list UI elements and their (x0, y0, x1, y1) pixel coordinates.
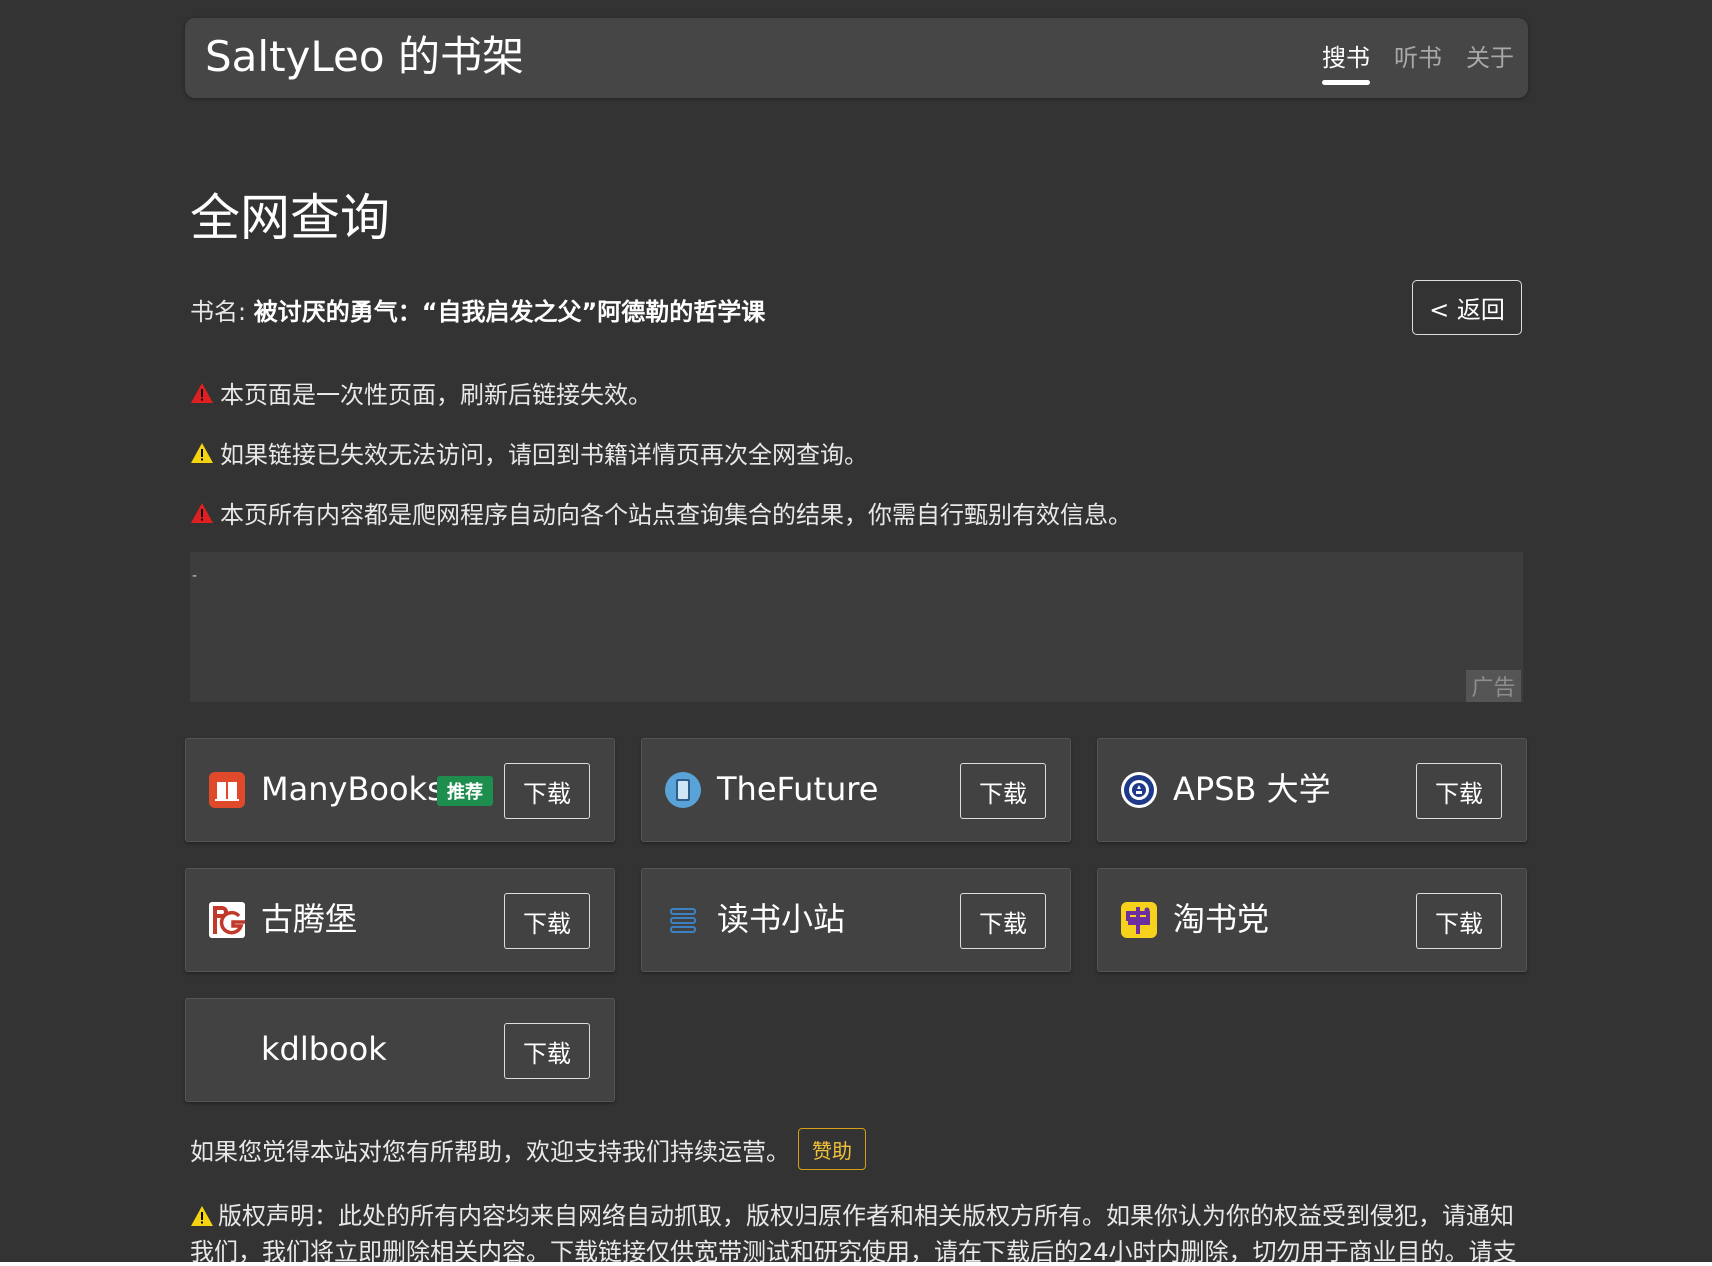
download-button[interactable]: 下载 (504, 1023, 590, 1079)
viewport-bottom-edge (0, 1262, 1712, 1266)
download-button[interactable]: 下载 (504, 893, 590, 949)
warning-red-icon (191, 382, 213, 403)
source-card-thefuture: TheFuture 下载 (641, 738, 1071, 842)
book-title-prefix: 书名: (190, 298, 254, 326)
download-button[interactable]: 下载 (1416, 763, 1502, 819)
nav-tab-search-books[interactable]: 搜书 (1322, 38, 1370, 85)
warning-yellow-icon (191, 442, 213, 463)
copyright-text: 版权声明：此处的所有内容均来自网络自动抓取，版权归原作者和相关版权方所有。如果你… (190, 1202, 1517, 1266)
page: SaltyLeo 的书架 搜书 听书 关于 全网查询 书名: 被讨厌的勇气：“自… (0, 0, 1712, 1266)
book-title-line: 书名: 被讨厌的勇气：“自我启发之父”阿德勒的哲学课 (190, 292, 765, 327)
back-button[interactable]: < 返回 (1412, 280, 1522, 335)
support-line: 如果您觉得本站对您有所帮助，欢迎支持我们持续运营。 赞助 (190, 1128, 866, 1170)
source-card-gutenberg: 古腾堡 下载 (185, 868, 615, 972)
download-button[interactable]: 下载 (1416, 893, 1502, 949)
apsb-icon (1121, 772, 1157, 808)
source-name: kdlbook (261, 1030, 387, 1068)
notice-text: 本页面是一次性页面，刷新后链接失效。 (220, 381, 652, 409)
source-name: 读书小站 (717, 900, 846, 938)
source-name: 古腾堡 (261, 900, 358, 938)
notice-crawler-results: 本页所有内容都是爬网程序自动向各个站点查询集合的结果，你需自行甄别有效信息。 (190, 495, 1132, 530)
ad-label: 广告 (1466, 670, 1521, 702)
notice-link-expired: 如果链接已失效无法访问，请回到书籍详情页再次全网查询。 (190, 435, 868, 470)
taoshudang-icon (1121, 902, 1157, 938)
source-name: ManyBooks (261, 770, 444, 808)
source-card-apsb: APSB 大学 下载 (1097, 738, 1527, 842)
source-name: APSB 大学 (1173, 770, 1331, 808)
notice-text: 本页所有内容都是爬网程序自动向各个站点查询集合的结果，你需自行甄别有效信息。 (220, 501, 1132, 529)
source-card-dushu: 读书小站 下载 (641, 868, 1071, 972)
nav-tab-about[interactable]: 关于 (1466, 38, 1514, 85)
warning-yellow-icon (191, 1206, 213, 1226)
stack-lines-icon (670, 908, 696, 933)
download-button[interactable]: 下载 (960, 763, 1046, 819)
source-card-kdlbook: kdlbook 下载 (185, 998, 615, 1102)
download-button[interactable]: 下载 (504, 763, 590, 819)
ad-placeholder-mark: - (192, 568, 198, 584)
sponsor-button[interactable]: 赞助 (798, 1128, 866, 1170)
warning-red-icon (191, 502, 213, 523)
site-brand[interactable]: SaltyLeo 的书架 (205, 32, 524, 82)
source-name: TheFuture (717, 770, 879, 808)
gutenberg-icon (209, 902, 245, 938)
source-name: 淘书党 (1173, 900, 1270, 938)
page-title: 全网查询 (190, 189, 390, 247)
thefuture-icon (665, 772, 701, 808)
manybooks-icon (209, 772, 245, 808)
main-nav: 搜书 听书 关于 (1322, 38, 1514, 85)
source-card-taoshudang: 淘书党 下载 (1097, 868, 1527, 972)
notice-text: 如果链接已失效无法访问，请回到书籍详情页再次全网查询。 (220, 441, 868, 469)
support-text: 如果您觉得本站对您有所帮助，欢迎支持我们持续运营。 (190, 1137, 790, 1166)
source-card-manybooks: ManyBooks 推荐 下载 (185, 738, 615, 842)
ad-banner[interactable]: - 广告 (190, 552, 1523, 702)
book-title: 被讨厌的勇气：“自我启发之父”阿德勒的哲学课 (253, 298, 766, 326)
download-button[interactable]: 下载 (960, 893, 1046, 949)
copyright-notice: 版权声明：此处的所有内容均来自网络自动抓取，版权归原作者和相关版权方所有。如果你… (190, 1198, 1530, 1266)
notice-one-time-page: 本页面是一次性页面，刷新后链接失效。 (190, 375, 652, 410)
top-navbar: SaltyLeo 的书架 搜书 听书 关于 (185, 18, 1528, 98)
recommended-badge: 推荐 (437, 776, 493, 806)
nav-tab-audiobooks[interactable]: 听书 (1394, 38, 1442, 85)
